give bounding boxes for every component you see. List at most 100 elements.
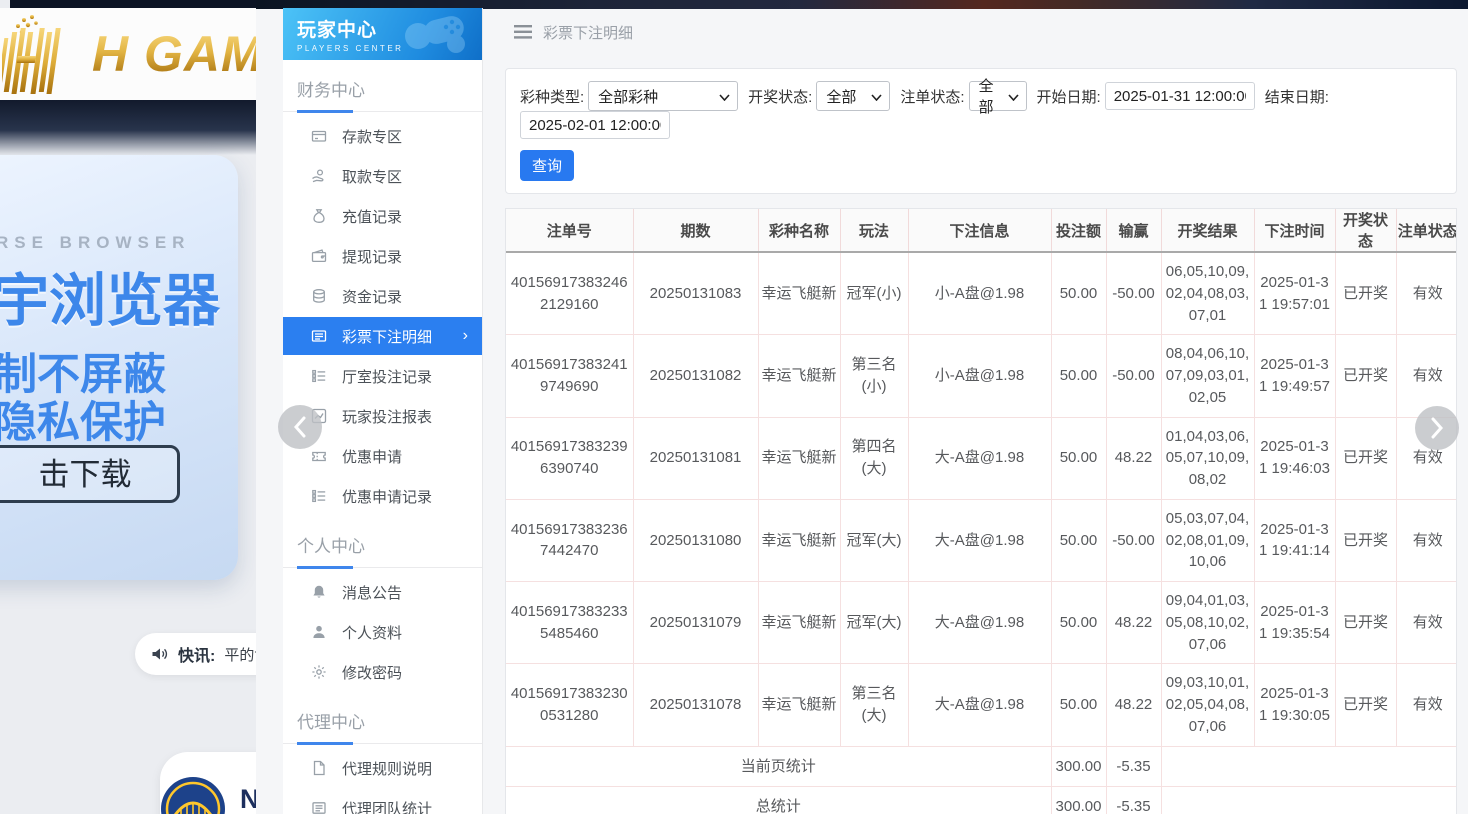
ad-download-button[interactable]: 击下载 bbox=[0, 445, 180, 503]
team-card: N bbox=[160, 752, 256, 814]
current-page-summary-row: 当前页统计300.00-5.35 bbox=[506, 746, 1457, 787]
table-cell: 已开奖 bbox=[1335, 499, 1396, 581]
start-date-input[interactable] bbox=[1105, 82, 1255, 110]
table-cell: 05,03,07,04,02,08,01,09,10,06 bbox=[1161, 499, 1254, 581]
table-cell: 06,05,10,09,02,04,08,03,07,01 bbox=[1161, 252, 1254, 335]
table-cell: 01,04,03,06,05,07,10,09,08,02 bbox=[1161, 417, 1254, 499]
table-cell: 2025-01-31 19:46:03 bbox=[1254, 417, 1335, 499]
table-cell: 2025-01-31 19:49:57 bbox=[1254, 335, 1335, 417]
sidebar-item-recharge-record[interactable]: 充值记录 bbox=[283, 196, 482, 236]
sidebar-item-label: 代理团队统计 bbox=[342, 798, 432, 814]
table-cell: -50.00 bbox=[1106, 335, 1161, 417]
bet-table: 注单号期数彩种名称玩法下注信息投注额输赢开奖结果下注时间开奖状态注单状态4015… bbox=[506, 209, 1457, 814]
table-cell: 2025-01-31 19:41:14 bbox=[1254, 499, 1335, 581]
column-header: 注单状态 bbox=[1396, 209, 1457, 252]
table-row: 40156917383233548546020250131079幸运飞艇新冠军(… bbox=[506, 582, 1457, 664]
end-date-input[interactable] bbox=[520, 111, 670, 139]
table-cell: 48.22 bbox=[1106, 417, 1161, 499]
sidebar-item-profile[interactable]: 个人资料 bbox=[283, 612, 482, 652]
sidebar-item-hall-bet-record[interactable]: 厅室投注记录 bbox=[283, 356, 482, 396]
table-cell: 401569173832396390740 bbox=[506, 417, 633, 499]
sidebar-item-withdraw-record[interactable]: 提现记录 bbox=[283, 236, 482, 276]
table-cell: 2025-01-31 19:30:05 bbox=[1254, 664, 1335, 746]
carousel-next-button[interactable] bbox=[1415, 406, 1459, 450]
sidebar-item-label: 厅室投注记录 bbox=[342, 366, 432, 387]
summary-empty bbox=[1161, 746, 1457, 787]
chevron-right-icon: › bbox=[463, 327, 468, 345]
table-cell: 幸运飞艇新 bbox=[758, 417, 840, 499]
hall-record-icon bbox=[311, 368, 327, 384]
order-status-select[interactable]: 全部 bbox=[969, 81, 1027, 111]
withdraw-record-icon bbox=[311, 248, 327, 264]
column-header: 注单号 bbox=[506, 209, 633, 252]
search-button[interactable]: 查询 bbox=[520, 150, 574, 181]
draw-status-value: 全部 bbox=[826, 86, 856, 107]
sidebar-item-notice[interactable]: 消息公告 bbox=[283, 572, 482, 612]
sidebar-item-deposit[interactable]: 存款专区 bbox=[283, 116, 482, 156]
sidebar-item-withdraw[interactable]: 取款专区 bbox=[283, 156, 482, 196]
table-cell: 50.00 bbox=[1051, 417, 1106, 499]
table-cell: 冠军(大) bbox=[840, 582, 908, 664]
sidebar-item-lottery-bet-detail[interactable]: 彩票下注明细› bbox=[283, 317, 482, 355]
sidebar-item-label: 优惠申请记录 bbox=[342, 486, 432, 507]
table-cell: 幸运飞艇新 bbox=[758, 252, 840, 335]
chevron-down-icon bbox=[1008, 94, 1019, 101]
table-cell: 2025-01-31 19:57:01 bbox=[1254, 252, 1335, 335]
sidebar-item-funds-record[interactable]: 资金记录 bbox=[283, 276, 482, 316]
summary-empty bbox=[1161, 787, 1457, 814]
sidebar-item-label: 修改密码 bbox=[342, 662, 402, 683]
sidebar-item-promo-apply-record[interactable]: 优惠申请记录 bbox=[283, 476, 482, 516]
start-date-label: 开始日期: bbox=[1037, 86, 1101, 107]
carousel-prev-button[interactable] bbox=[278, 405, 322, 449]
table-cell: 401569173832462129160 bbox=[506, 252, 633, 335]
sidebar-item-label: 存款专区 bbox=[342, 126, 402, 147]
profile-icon bbox=[311, 624, 327, 640]
table-cell: 有效 bbox=[1396, 582, 1457, 664]
hamburger-menu-icon[interactable] bbox=[514, 25, 532, 39]
ticker-label: 快讯: bbox=[178, 642, 215, 666]
team-card-letter: N bbox=[240, 784, 256, 814]
sidebar-item-agent-team-stats[interactable]: 代理团队统计 bbox=[283, 788, 482, 814]
table-cell: 401569173832367442470 bbox=[506, 499, 633, 581]
funds-record-icon bbox=[311, 288, 327, 304]
ticker-text: 平的博 bbox=[224, 644, 256, 665]
column-header: 彩种名称 bbox=[758, 209, 840, 252]
ad-tagline: RSE BROWSER bbox=[0, 233, 190, 253]
browser-ad-card: RSE BROWSER 宇浏览器 制不屏蔽 隐私保护 击下载 bbox=[0, 155, 238, 580]
table-cell: 09,03,10,01,02,05,04,08,07,06 bbox=[1161, 664, 1254, 746]
sidebar-item-change-password[interactable]: 修改密码 bbox=[283, 652, 482, 692]
table-cell: 50.00 bbox=[1051, 582, 1106, 664]
table-cell: 08,04,06,10,07,09,03,01,02,05 bbox=[1161, 335, 1254, 417]
lottery-type-select[interactable]: 全部彩种 bbox=[588, 81, 738, 111]
withdraw-icon bbox=[311, 168, 327, 184]
table-cell: 09,04,01,03,05,08,10,02,07,06 bbox=[1161, 582, 1254, 664]
screen: H GAME RSE BROWSER 宇浏览器 制不屏蔽 隐私保护 击下载 快讯… bbox=[0, 0, 1468, 814]
table-cell: 已开奖 bbox=[1335, 582, 1396, 664]
table-cell: 2025-01-31 19:35:54 bbox=[1254, 582, 1335, 664]
lottery-type-label: 彩种类型: bbox=[520, 86, 584, 107]
summary-win-loss: -5.35 bbox=[1106, 746, 1161, 787]
table-cell: 冠军(小) bbox=[840, 252, 908, 335]
site-logo-strip: H GAME bbox=[0, 8, 256, 100]
sidebar-item-label: 玩家投注报表 bbox=[342, 406, 432, 427]
table-cell: 50.00 bbox=[1051, 335, 1106, 417]
sidebar-item-agent-rules[interactable]: 代理规则说明 bbox=[283, 748, 482, 788]
draw-status-select[interactable]: 全部 bbox=[816, 81, 890, 111]
table-cell: 幸运飞艇新 bbox=[758, 582, 840, 664]
deposit-icon bbox=[311, 128, 327, 144]
main-content: 彩票下注明细 彩种类型: 全部彩种 开奖状态: 全部 注单状态: bbox=[483, 9, 1468, 814]
sidebar-section-title: 个人中心 bbox=[283, 516, 482, 568]
players-center-header: 玩家中心 PLAYERS CENTER bbox=[283, 8, 482, 60]
sidebar-item-label: 消息公告 bbox=[342, 582, 402, 603]
table-cell: 48.22 bbox=[1106, 582, 1161, 664]
basketball-team-logo-icon bbox=[160, 776, 226, 814]
table-cell: 20250131082 bbox=[633, 335, 758, 417]
promo-apply-icon bbox=[311, 448, 327, 464]
column-header: 下注信息 bbox=[908, 209, 1051, 252]
table-cell: 第四名(大) bbox=[840, 417, 908, 499]
summary-win-loss: -5.35 bbox=[1106, 787, 1161, 814]
table-cell: 20250131078 bbox=[633, 664, 758, 746]
table-cell: 401569173832419749690 bbox=[506, 335, 633, 417]
page-title: 彩票下注明细 bbox=[543, 22, 633, 43]
speaker-icon bbox=[151, 646, 169, 662]
